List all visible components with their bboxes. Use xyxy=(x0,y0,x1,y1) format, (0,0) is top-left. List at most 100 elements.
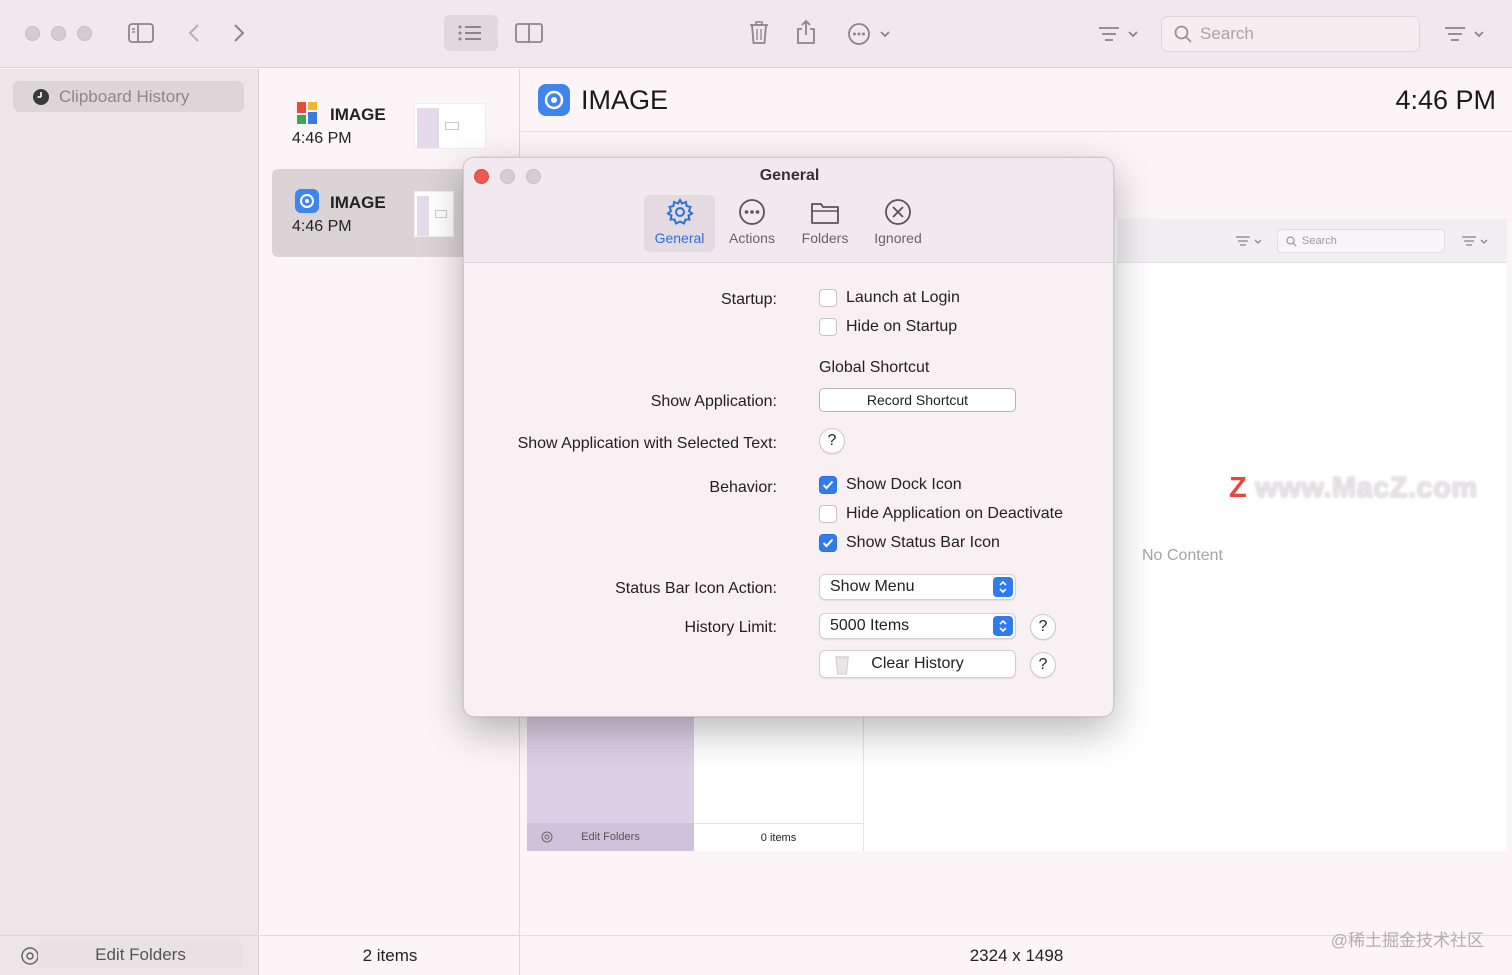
list-item-title: IMAGE xyxy=(330,193,386,212)
checkmark-icon xyxy=(822,538,834,548)
app-gear-icon xyxy=(295,189,319,213)
clock-icon xyxy=(33,88,49,105)
forward-chevron-icon[interactable] xyxy=(229,20,249,46)
preferences-title: General xyxy=(759,167,820,184)
columns-icon xyxy=(515,23,543,43)
detail-time: 4:46 PM xyxy=(1395,85,1496,115)
global-shortcut-heading: Global Shortcut xyxy=(819,359,930,376)
checkbox-box[interactable] xyxy=(819,534,837,552)
checkbox-box[interactable] xyxy=(819,476,837,494)
watermark-z: Z xyxy=(1229,472,1248,504)
tab-actions[interactable]: Actions xyxy=(720,195,784,252)
list-item-time: 4:46 PM xyxy=(292,130,352,147)
search-field[interactable] xyxy=(1161,16,1420,52)
checkbox-box[interactable] xyxy=(819,505,837,523)
watermark: Zwww.MacZ.com xyxy=(1229,472,1478,505)
back-chevron-icon[interactable] xyxy=(184,20,204,46)
status-bar-action-select[interactable]: Show Menu xyxy=(819,574,1016,600)
preview-edit-folders-label: Edit Folders xyxy=(581,831,640,843)
edit-folders-label: Edit Folders xyxy=(95,945,186,964)
gear-icon[interactable] xyxy=(20,946,40,966)
source-watermark: @稀土掘金技术社区 xyxy=(1330,931,1484,950)
window-minimize-button[interactable] xyxy=(51,26,66,41)
more-actions-icon[interactable] xyxy=(846,20,894,48)
history-limit-help-button[interactable]: ? xyxy=(1030,614,1056,640)
tab-ignored[interactable]: Ignored xyxy=(865,195,931,252)
preview-search-placeholder: Search xyxy=(1302,235,1337,247)
search-icon xyxy=(1286,235,1297,246)
folder-icon xyxy=(811,203,839,224)
view-options-icon[interactable] xyxy=(1443,22,1489,46)
help-glyph: ? xyxy=(827,432,837,449)
checkbox-label: Launch at Login xyxy=(846,289,960,306)
sidebar-item-clipboard-history[interactable]: Clipboard History xyxy=(13,81,244,112)
detail-header: IMAGE 4:46 PM xyxy=(521,69,1512,132)
record-shortcut-button[interactable]: Record Shortcut xyxy=(819,388,1016,412)
ellipsis-circle-icon xyxy=(739,199,765,225)
history-limit-select[interactable]: 5000 Items xyxy=(819,613,1016,639)
list-icon xyxy=(458,25,481,41)
checkbox-label: Show Dock Icon xyxy=(846,476,962,493)
view-options-icon xyxy=(1462,236,1488,246)
list-footer: 2 items xyxy=(260,935,520,975)
list-item-time: 4:46 PM xyxy=(292,218,352,235)
list-item-thumbnail xyxy=(414,103,486,149)
preview-items-count: 0 items xyxy=(694,823,864,851)
column-view-button[interactable] xyxy=(502,15,556,51)
colorful-logo-icon xyxy=(297,102,317,124)
preferences-header: General General Actions Folders Ignored xyxy=(464,158,1113,263)
tab-label: Ignored xyxy=(874,230,922,246)
select-arrows-icon xyxy=(993,577,1013,597)
hide-on-deactivate-checkbox[interactable]: Hide Application on Deactivate xyxy=(819,505,1063,523)
preview-items-count-label: 0 items xyxy=(760,831,797,844)
clear-history-label: Clear History xyxy=(871,655,964,672)
window-close-button[interactable] xyxy=(25,26,40,41)
show-status-bar-icon-checkbox[interactable]: Show Status Bar Icon xyxy=(819,534,1000,552)
search-input[interactable] xyxy=(1200,24,1400,44)
hide-on-startup-checkbox[interactable]: Hide on Startup xyxy=(819,318,957,336)
tab-folders[interactable]: Folders xyxy=(792,195,858,252)
select-value: Show Menu xyxy=(830,578,915,595)
gear-icon xyxy=(665,198,694,225)
checkbox-label: Hide on Startup xyxy=(846,318,958,335)
show-dock-icon-checkbox[interactable]: Show Dock Icon xyxy=(819,476,962,494)
launch-at-login-checkbox[interactable]: Launch at Login xyxy=(819,289,960,307)
help-glyph: ? xyxy=(1038,656,1048,673)
tab-label: General xyxy=(654,230,705,246)
x-circle-icon xyxy=(885,199,911,225)
behavior-label: Behavior: xyxy=(709,479,777,496)
list-item-thumbnail xyxy=(414,191,454,237)
gear-icon xyxy=(541,831,553,843)
history-limit-label: History Limit: xyxy=(684,619,777,636)
select-arrows-icon xyxy=(993,616,1013,636)
filter-sort-icon xyxy=(1236,236,1262,246)
item-count: 2 items xyxy=(362,945,418,965)
clear-history-button[interactable]: Clear History xyxy=(819,650,1016,678)
trash-icon xyxy=(835,656,849,675)
sidebar: Clipboard History Edit Folders xyxy=(0,69,259,975)
help-button[interactable]: ? xyxy=(819,428,845,454)
record-shortcut-label: Record Shortcut xyxy=(866,392,969,408)
app-gear-icon xyxy=(538,84,570,116)
sidebar-toggle-icon[interactable] xyxy=(127,20,155,46)
sidebar-item-label: Clipboard History xyxy=(59,86,190,106)
trash-icon[interactable] xyxy=(746,18,772,48)
detail-title: IMAGE xyxy=(581,85,669,115)
checkbox-box[interactable] xyxy=(819,318,837,336)
preview-search: Search xyxy=(1277,229,1445,253)
window-zoom-button[interactable] xyxy=(77,26,92,41)
checkbox-box[interactable] xyxy=(819,289,837,307)
image-dimensions: 2324 x 1498 xyxy=(969,945,1064,965)
tab-label: Actions xyxy=(729,230,775,246)
share-icon[interactable] xyxy=(793,17,819,47)
list-item[interactable]: IMAGE 4:46 PM xyxy=(272,81,519,169)
checkbox-label: Show Status Bar Icon xyxy=(846,534,1000,551)
clear-history-help-button[interactable]: ? xyxy=(1030,652,1056,678)
checkmark-icon xyxy=(822,480,834,490)
list-item-title: IMAGE xyxy=(330,105,386,124)
filter-sort-icon[interactable] xyxy=(1097,22,1143,46)
tab-general[interactable]: General xyxy=(644,195,715,252)
preferences-window: General General Actions Folders Ignored … xyxy=(463,157,1114,717)
edit-folders-button[interactable]: Edit Folders xyxy=(38,942,243,968)
list-view-button[interactable] xyxy=(444,15,498,51)
